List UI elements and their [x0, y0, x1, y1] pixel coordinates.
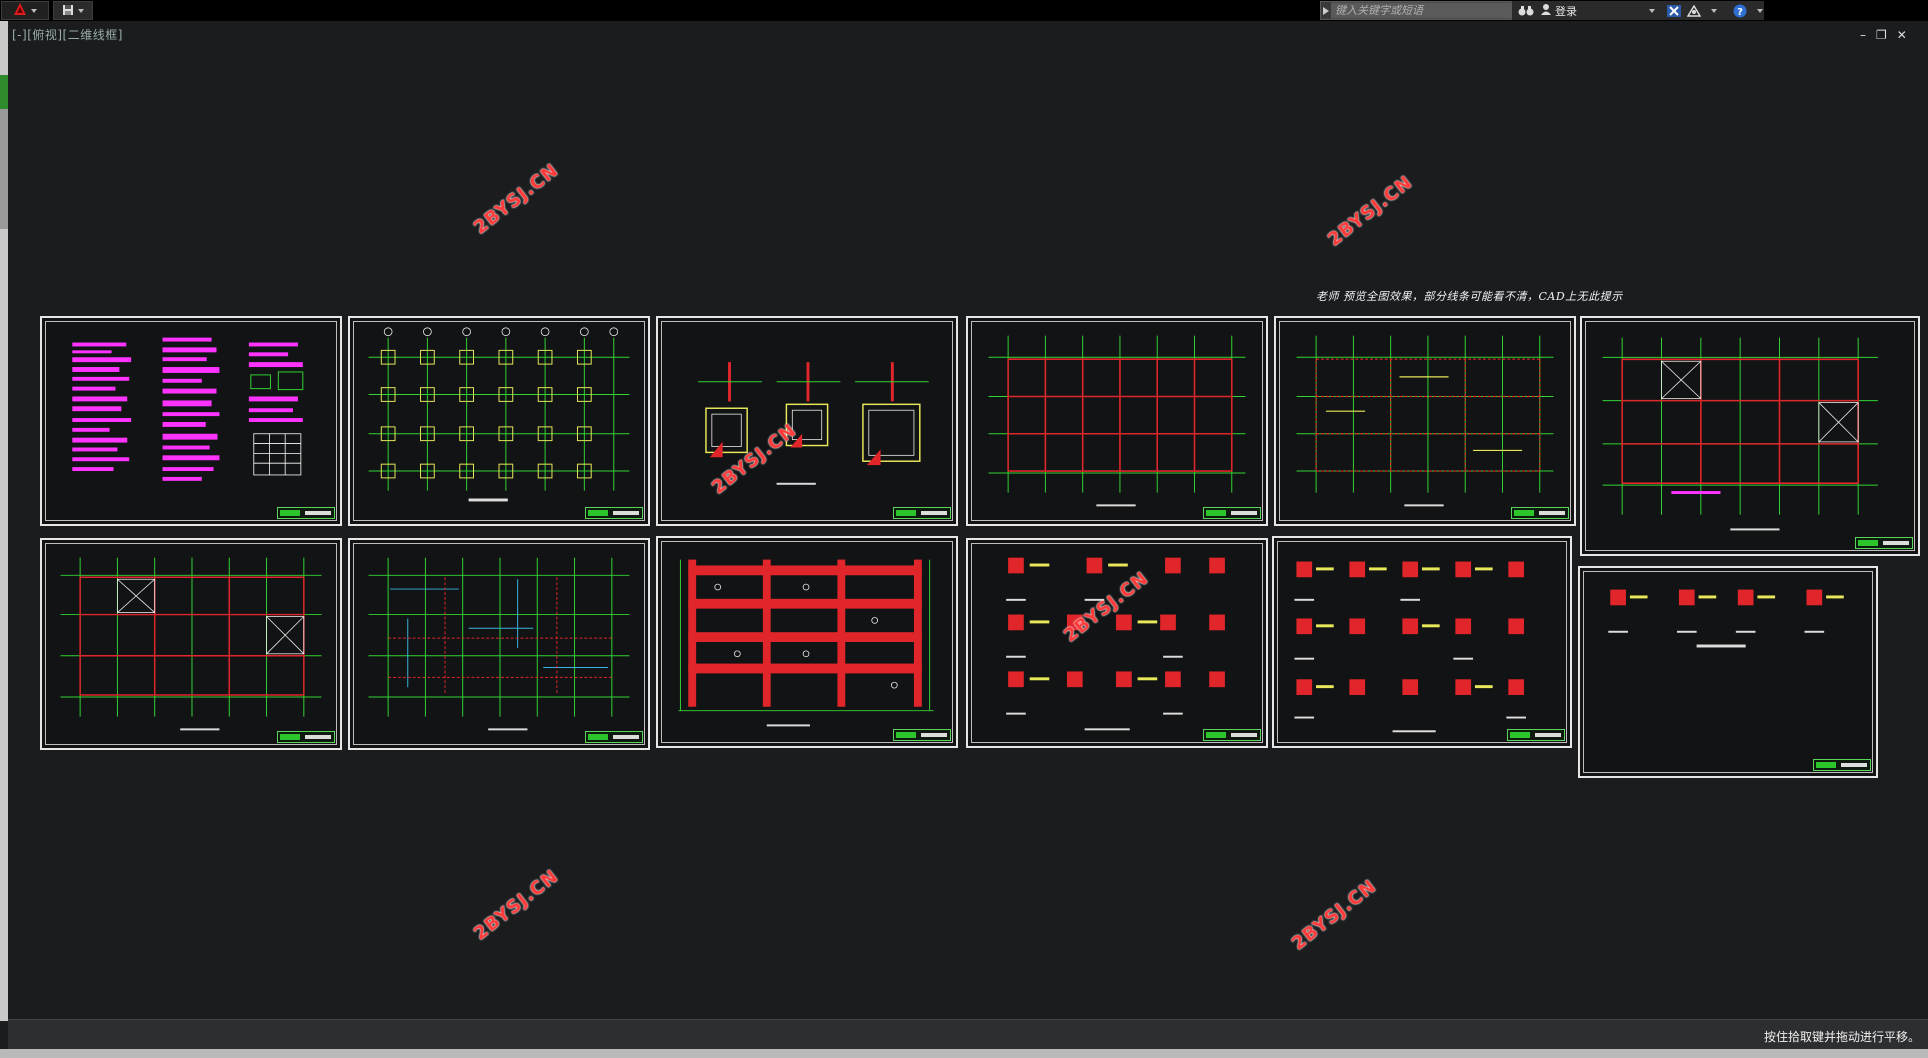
binoculars-icon[interactable]: [1518, 1, 1534, 20]
title-block: [1511, 507, 1569, 519]
column-section-details-drawing: [1608, 589, 1844, 648]
palette-tab[interactable]: [0, 75, 8, 109]
frame-elevation-drawing: [678, 559, 934, 727]
title-block: [1203, 729, 1261, 741]
left-palette-strip: [0, 21, 8, 1021]
preview-note: 老师 预览全图效果，部分线条可能看不清，CAD上无此提示: [1316, 290, 1623, 303]
drawing-window-controls: – ❐ ✕: [1860, 28, 1907, 42]
title-block: [277, 731, 335, 743]
viewport-controls-label[interactable]: [-][俯视][二维线框]: [12, 26, 123, 43]
chevron-down-icon: [78, 8, 84, 13]
infocenter-search: [1320, 1, 1512, 20]
restore-icon[interactable]: ❐: [1876, 28, 1887, 42]
status-message: 按住拾取键并拖动进行平移。: [1763, 1030, 1920, 1044]
network-icon[interactable]: [1687, 1, 1701, 20]
chevron-down-icon[interactable]: [1757, 8, 1763, 13]
drawing-sheet[interactable]: [1578, 566, 1878, 778]
drawing-sheet[interactable]: [656, 536, 958, 748]
drawing-sheet[interactable]: [348, 538, 650, 750]
column-section-details-drawing: [1006, 557, 1225, 731]
autocad-logo-icon: [13, 1, 27, 20]
drawing-sheet[interactable]: [1580, 316, 1920, 556]
floor-framing-plan-drawing: [60, 557, 322, 731]
close-icon[interactable]: ✕: [1897, 28, 1907, 42]
search-input[interactable]: [1331, 3, 1511, 18]
login-label: 登录: [1555, 4, 1577, 18]
title-bar: 登录 ?: [0, 0, 1928, 21]
chevron-down-icon: [31, 8, 37, 13]
title-block: [893, 729, 951, 741]
drawing-sheet[interactable]: [966, 538, 1268, 748]
drawing-sheet[interactable]: [40, 538, 342, 750]
autocad-window: 登录 ? [-][俯视][二维线框] – ❐ ✕ 老师 预览全图效果，部分线条可…: [0, 0, 1928, 1058]
drawing-sheet[interactable]: [1274, 316, 1576, 526]
foundation-plan-drawing: [368, 327, 630, 502]
minimize-icon[interactable]: –: [1860, 28, 1866, 42]
sign-in-button[interactable]: 登录: [1540, 1, 1577, 20]
title-block: [277, 507, 335, 519]
drawing-sheet[interactable]: [1272, 536, 1572, 748]
application-menu-button[interactable]: [1, 1, 49, 20]
drawing-sheet[interactable]: [656, 316, 958, 526]
save-icon: [62, 1, 74, 20]
beam-layout-drawing: [988, 335, 1246, 507]
quick-access-toolbar-button[interactable]: [53, 1, 93, 20]
title-block: [1855, 537, 1913, 549]
slab-reinforcement-drawing: [368, 557, 630, 731]
user-icon: [1540, 3, 1552, 18]
title-block: [1813, 759, 1871, 771]
floor-slab-drawing: [1296, 335, 1554, 507]
floor-framing-plan-drawing: [1602, 337, 1878, 531]
title-block: [585, 731, 643, 743]
title-block: [893, 507, 951, 519]
drawing-sheet[interactable]: [40, 316, 342, 526]
bottom-border: [0, 1049, 1928, 1058]
x-icon[interactable]: [1667, 1, 1681, 20]
drawing-sheet[interactable]: [966, 316, 1268, 526]
help-icon[interactable]: ?: [1733, 1, 1747, 20]
infocenter-toolbar: 登录 ?: [1512, 1, 1764, 20]
chevron-down-icon[interactable]: [1649, 8, 1655, 13]
title-block: [1203, 507, 1261, 519]
triangle-right-icon[interactable]: [1321, 2, 1331, 19]
foundation-detail-drawing: [698, 362, 929, 485]
title-block: [1507, 729, 1565, 741]
palette-tab[interactable]: [0, 109, 8, 229]
status-bar: 按住拾取键并拖动进行平移。: [8, 1019, 1928, 1049]
chevron-down-icon[interactable]: [1711, 8, 1717, 13]
title-block: [585, 507, 643, 519]
column-section-details-drawing: [1294, 561, 1526, 733]
drawing-sheet[interactable]: [348, 316, 650, 526]
design-notes-drawing: [72, 337, 304, 481]
svg-text:?: ?: [1737, 7, 1743, 18]
